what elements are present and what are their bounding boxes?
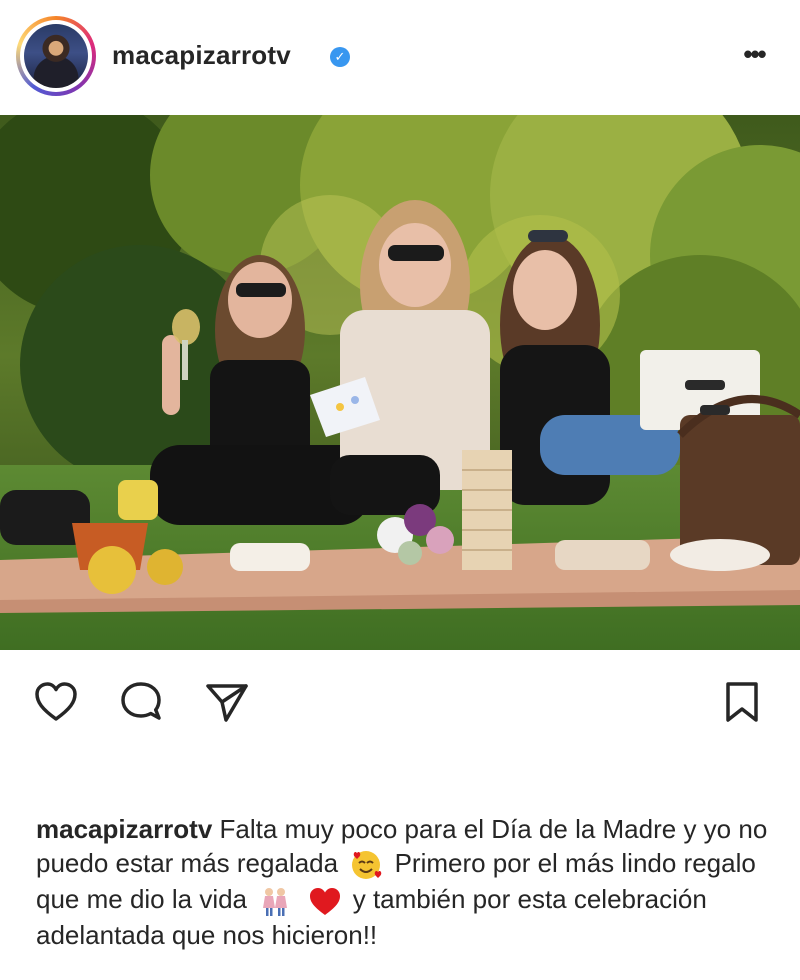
avatar[interactable] bbox=[24, 24, 88, 88]
send-icon[interactable] bbox=[202, 678, 250, 726]
post-username[interactable]: macapizarrotv bbox=[112, 40, 291, 71]
post-header: macapizarrotv ✓ ••• bbox=[0, 0, 800, 115]
post-photo[interactable] bbox=[0, 115, 800, 650]
avatar-story-ring[interactable] bbox=[16, 16, 96, 96]
post-caption: macapizarrotv Falta muy poco para el Día… bbox=[36, 812, 776, 952]
red-heart-emoji bbox=[309, 888, 340, 916]
more-options-icon[interactable]: ••• bbox=[734, 41, 774, 67]
caption-username[interactable]: macapizarrotv bbox=[36, 814, 212, 844]
smiling-face-with-hearts-emoji bbox=[352, 851, 382, 880]
picnic-photo bbox=[0, 115, 800, 650]
heart-icon[interactable] bbox=[32, 678, 80, 726]
bookmark-icon[interactable] bbox=[718, 678, 766, 726]
verified-badge-icon: ✓ bbox=[330, 47, 350, 67]
avatar-frame bbox=[20, 20, 92, 92]
post-actions-bar bbox=[0, 650, 800, 750]
two-women-holding-hands-emoji bbox=[263, 888, 288, 917]
comment-icon[interactable] bbox=[117, 678, 165, 726]
